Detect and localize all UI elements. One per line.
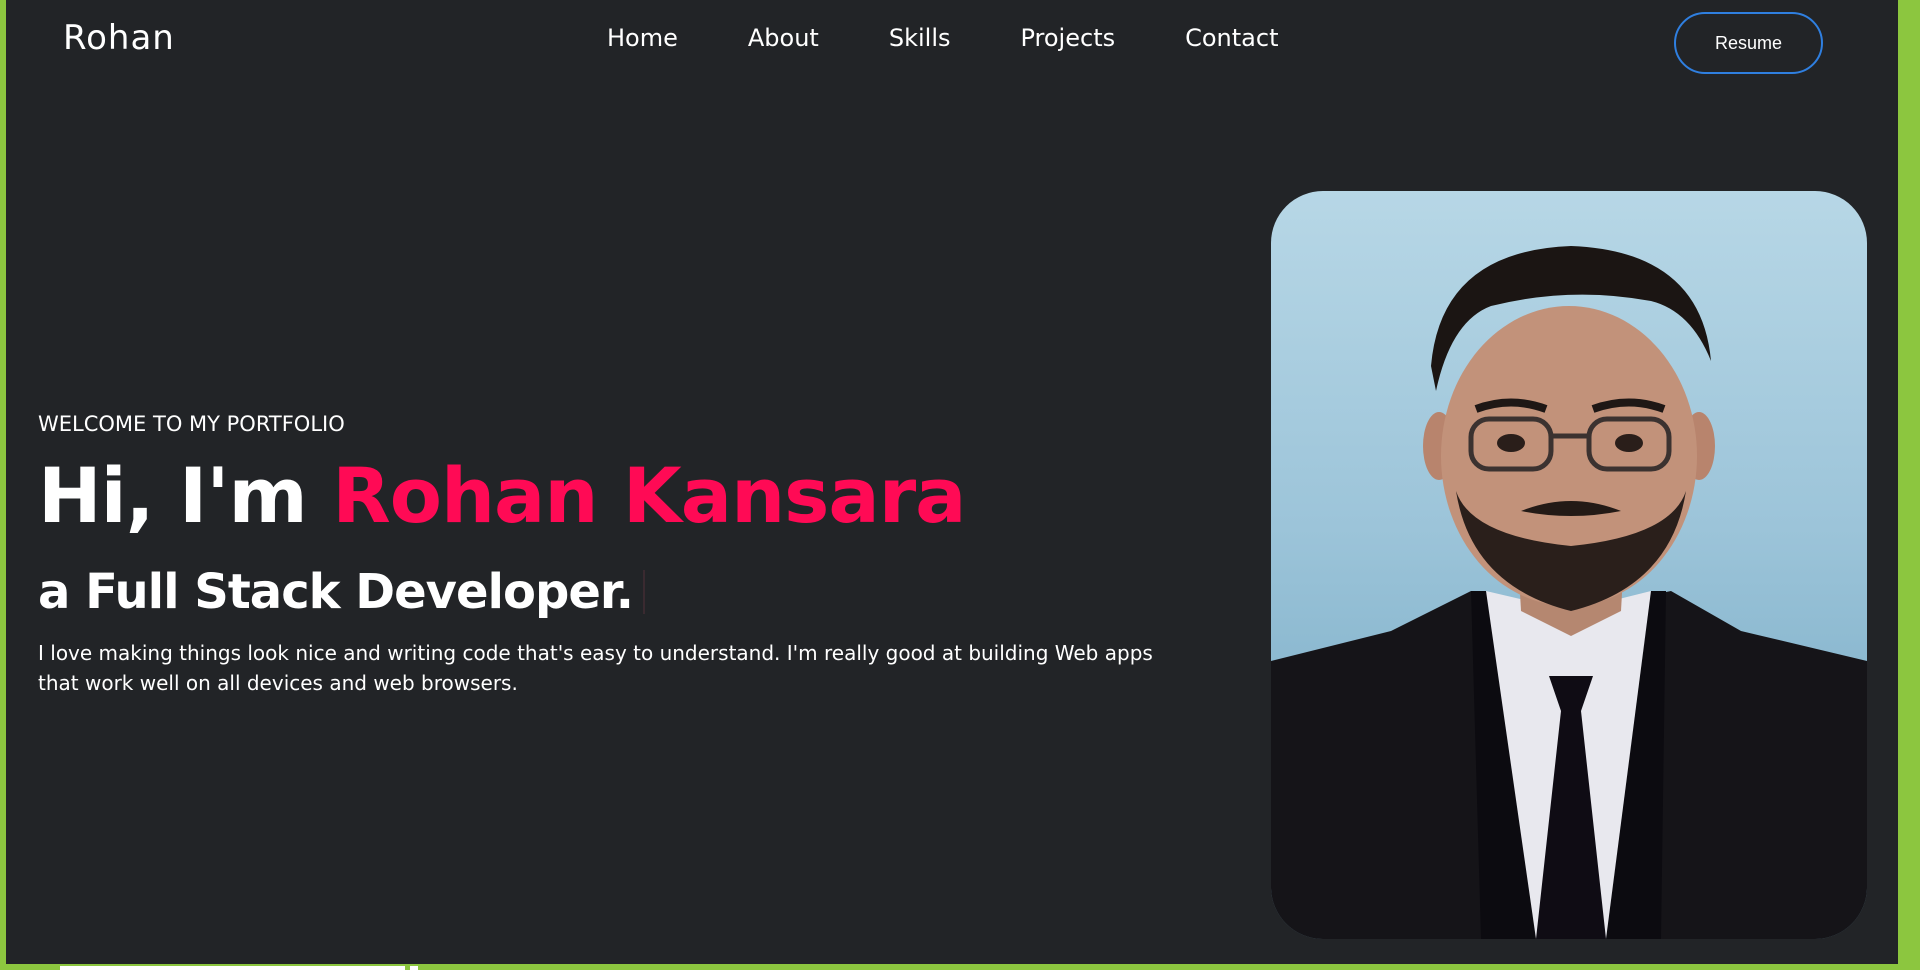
nav-link-contact[interactable]: Contact xyxy=(1185,24,1278,52)
nav-links: Home About Skills Projects Contact xyxy=(607,24,1278,52)
frame-segment xyxy=(410,966,418,970)
welcome-text: WELCOME TO MY PORTFOLIO xyxy=(38,412,345,436)
typing-cursor xyxy=(642,570,645,614)
portfolio-page: Rohan Home About Skills Projects Contact… xyxy=(6,0,1898,964)
nav-link-home[interactable]: Home xyxy=(607,24,678,52)
brand-logo[interactable]: Rohan xyxy=(63,18,175,58)
nav-link-skills[interactable]: Skills xyxy=(889,24,951,52)
bio-line-1: I love making things look nice and writi… xyxy=(38,641,1153,665)
window-frame-bottom xyxy=(0,964,1920,970)
bio-line-2: that work well on all devices and web br… xyxy=(38,671,518,695)
nav-link-projects[interactable]: Projects xyxy=(1020,24,1115,52)
navbar: Rohan Home About Skills Projects Contact… xyxy=(6,0,1898,86)
role-typewriter: a Full Stack Developer. xyxy=(38,564,1258,620)
role-text: a Full Stack Developer. xyxy=(38,564,634,620)
hero-headline: Hi, I'm Rohan Kansara xyxy=(38,458,1258,534)
hero-section: WELCOME TO MY PORTFOLIO Hi, I'm Rohan Ka… xyxy=(38,412,1258,698)
greeting-text: Hi, I'm xyxy=(38,451,308,540)
resume-button[interactable]: Resume xyxy=(1674,12,1823,74)
profile-photo xyxy=(1271,191,1867,939)
hero-name: Rohan Kansara xyxy=(332,451,966,540)
nav-link-about[interactable]: About xyxy=(748,24,819,52)
profile-photo-illustration xyxy=(1271,246,1867,939)
frame-segment xyxy=(60,966,405,970)
bio-paragraph: I love making things look nice and writi… xyxy=(38,638,1228,698)
